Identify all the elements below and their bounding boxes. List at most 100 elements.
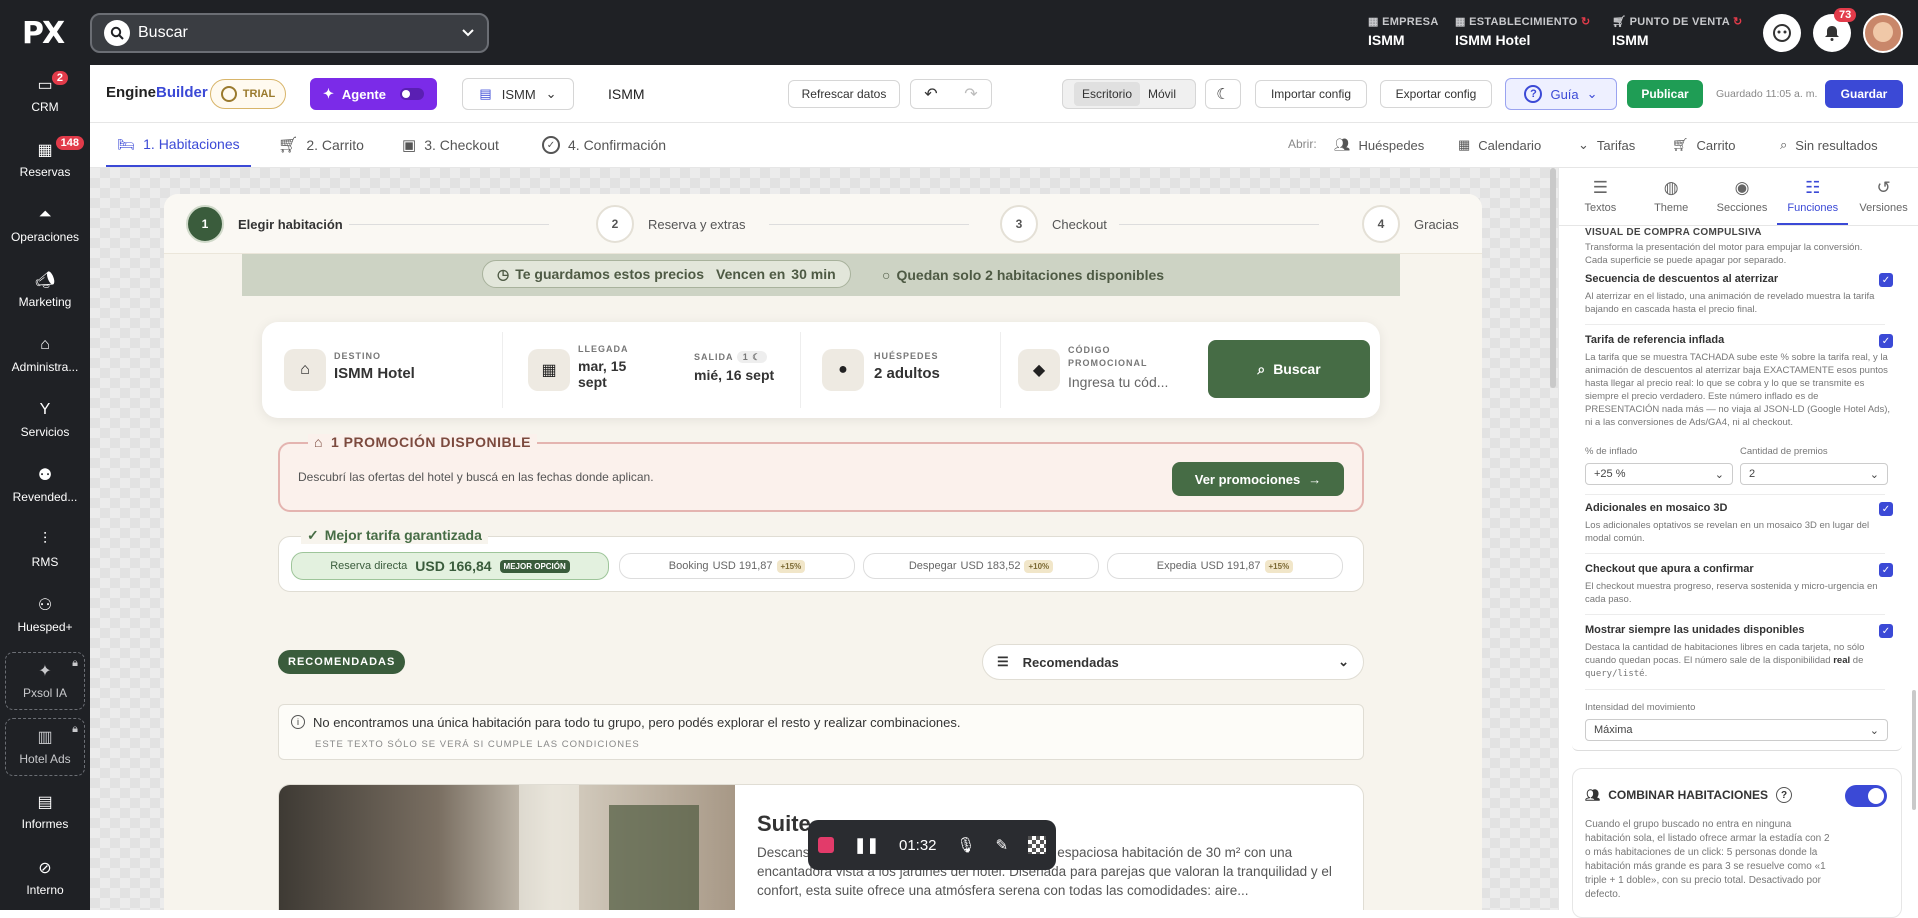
panel-scrollbar[interactable] bbox=[1912, 690, 1916, 810]
step-1[interactable]: 1 Elegir habitación bbox=[186, 205, 343, 243]
panel-tab-theme[interactable]: ◍ Theme bbox=[1636, 168, 1707, 225]
open-calendario[interactable]: ▦ Calendario bbox=[1458, 123, 1541, 167]
guide-button[interactable]: ? Guía ⌄ bbox=[1505, 78, 1617, 110]
sidebar-item-huesped[interactable]: ⚇ Huesped+ bbox=[0, 585, 90, 645]
destino-field[interactable]: DESTINO ISMM Hotel bbox=[334, 351, 415, 382]
calendar-icon: ▦ bbox=[37, 142, 53, 159]
sidebar-item-rms[interactable]: ⫶ RMS bbox=[0, 520, 90, 580]
undo-icon[interactable]: ↶ bbox=[924, 84, 937, 104]
open-tarifas[interactable]: ⌄ Tarifas bbox=[1578, 123, 1635, 167]
sidebar-item-revended[interactable]: ⚉ Revended... bbox=[0, 455, 90, 515]
salida-field[interactable]: SALIDA 1 ☾ mié, 16 sept bbox=[694, 351, 774, 383]
card-icon: ▣ bbox=[402, 137, 417, 154]
global-search[interactable]: Buscar bbox=[90, 13, 489, 53]
guide-label: Guía bbox=[1550, 86, 1579, 102]
step-3[interactable]: 3 Checkout bbox=[1000, 205, 1107, 243]
property-select[interactable]: ▤ ISMM ⌄ bbox=[462, 78, 574, 110]
promo-code-field[interactable]: CÓDIGO PROMOCIONAL Ingresa tu cód... bbox=[1068, 344, 1188, 390]
redo-icon[interactable]: ↷ bbox=[964, 84, 977, 104]
search-button[interactable]: ⌕ Buscar bbox=[1208, 340, 1370, 398]
sidebar-item-operaciones[interactable]: ⏶ Operaciones bbox=[0, 195, 90, 255]
refresh-icon[interactable]: ↻ bbox=[1733, 16, 1743, 28]
agent-button[interactable]: ✦ Agente bbox=[310, 78, 437, 110]
rooms-left-label: Quedan solo 2 habitaciones disponibles bbox=[896, 267, 1165, 283]
trial-badge[interactable]: TRIAL bbox=[210, 79, 286, 109]
sidebar-item-marketing[interactable]: 📣︎ Marketing bbox=[0, 260, 90, 320]
sort-select[interactable]: ☰ Recomendadas ⌄ bbox=[982, 644, 1364, 680]
recommended-tag: RECOMENDADAS bbox=[278, 650, 406, 674]
publish-button[interactable]: Publicar bbox=[1627, 80, 1703, 108]
sidebar-item-hotel-ads[interactable]: ▥ Hotel Ads 🔒︎ bbox=[5, 718, 85, 776]
tab-checkout[interactable]: ▣ 3. Checkout bbox=[402, 123, 499, 167]
import-config-button[interactable]: Importar config bbox=[1255, 80, 1367, 108]
tab-habitaciones[interactable]: 🛏︎ 1. Habitaciones bbox=[106, 123, 251, 167]
sidebar-item-crm[interactable]: ▭ CRM 2 bbox=[0, 65, 90, 125]
palette-icon: ◍ bbox=[1663, 178, 1679, 197]
mic-icon[interactable]: 🎙︎ bbox=[956, 836, 975, 854]
canvas-scrollbar[interactable] bbox=[1550, 168, 1556, 388]
pause-icon[interactable]: ❚❚ bbox=[854, 836, 879, 854]
user-avatar[interactable] bbox=[1863, 13, 1903, 53]
app-logo[interactable]: PX bbox=[22, 16, 65, 51]
combine-toggle[interactable] bbox=[1845, 785, 1887, 807]
sidebar-item-label: CRM bbox=[31, 100, 59, 114]
sidebar-item-pxsol-ia[interactable]: ✦ Pxsol IA 🔒︎ bbox=[5, 652, 85, 710]
pen-icon[interactable]: ✎ bbox=[995, 836, 1008, 854]
open-carrito[interactable]: 🛒︎ Carrito bbox=[1672, 123, 1736, 167]
top-bar: PX Buscar ▦ EMPRESA ISMM ▦ ESTABLECIMIEN… bbox=[0, 0, 1918, 65]
refresh-data-button[interactable]: Refrescar datos bbox=[788, 80, 900, 108]
panel-tab-textos[interactable]: ☰ Textos bbox=[1565, 168, 1636, 225]
open-link-label: Tarifas bbox=[1596, 137, 1636, 153]
sidebar-item-administra[interactable]: ⌂ Administra... bbox=[0, 325, 90, 385]
room-photo[interactable] bbox=[279, 785, 735, 910]
panel-tab-funciones[interactable]: ☷ Funciones bbox=[1777, 168, 1849, 225]
huespedes-field[interactable]: HUÉSPEDES 2 adultos bbox=[874, 351, 940, 382]
llegada-field[interactable]: LLEGADA mar, 15 sept bbox=[578, 344, 658, 390]
panel-tab-versiones[interactable]: ↺ Versiones bbox=[1848, 168, 1918, 225]
agent-toggle[interactable] bbox=[399, 88, 424, 100]
sidebar-item-interno[interactable]: ⊘ Interno bbox=[0, 848, 90, 908]
punto-venta-label: PUNTO DE VENTA bbox=[1629, 16, 1730, 28]
sidebar-item-servicios[interactable]: Y Servicios bbox=[0, 390, 90, 450]
checkbox-tarifa-inflada[interactable]: ✓ bbox=[1879, 334, 1893, 348]
eye-face-button[interactable] bbox=[1763, 14, 1801, 52]
sidebar-item-informes[interactable]: ▤ Informes bbox=[0, 782, 90, 842]
view-desktop[interactable]: Escritorio bbox=[1073, 82, 1140, 106]
history-icon: ↺ bbox=[1876, 178, 1891, 197]
open-sin-resultados[interactable]: ⌕ Sin resultados bbox=[1780, 123, 1878, 167]
promo-title-text: 1 PROMOCIÓN DISPONIBLE bbox=[330, 434, 531, 450]
view-mobile[interactable]: Móvil bbox=[1140, 82, 1184, 106]
panel-tab-secciones[interactable]: ◉ Secciones bbox=[1707, 168, 1778, 225]
empresa-selector[interactable]: ▦ EMPRESA ISMM bbox=[1368, 15, 1439, 48]
intensity-select[interactable]: Máxima ⌄ bbox=[1585, 719, 1888, 741]
stop-icon[interactable] bbox=[817, 837, 834, 853]
sidebar-item-reservas[interactable]: ▦ Reservas 148 bbox=[0, 130, 90, 190]
step-2[interactable]: 2 Reserva y extras bbox=[596, 205, 746, 243]
checkbox-checkout-apura[interactable]: ✓ bbox=[1879, 563, 1893, 577]
inflate-select[interactable]: +25 % ⌄ bbox=[1585, 463, 1733, 485]
checkbox-descuentos[interactable]: ✓ bbox=[1879, 273, 1893, 287]
arrow-right-icon: → bbox=[1308, 471, 1322, 487]
save-button[interactable]: Guardar bbox=[1825, 80, 1903, 108]
grid-icon[interactable] bbox=[1027, 836, 1046, 854]
prizes-select[interactable]: 2 ⌄ bbox=[1740, 463, 1888, 485]
tab-carrito[interactable]: 🛒︎ 2. Carrito bbox=[278, 123, 364, 167]
open-huespedes[interactable]: 👥︎ Huéspedes bbox=[1334, 123, 1424, 167]
dark-mode-button[interactable]: ☾ bbox=[1205, 79, 1241, 109]
prizes-label: Cantidad de premios bbox=[1740, 446, 1828, 457]
export-config-button[interactable]: Exportar config bbox=[1380, 80, 1492, 108]
tab-confirmacion[interactable]: ✓ 4. Confirmación bbox=[542, 123, 666, 167]
desc-part: . bbox=[1644, 668, 1648, 679]
punto-venta-selector[interactable]: 🛒︎ PUNTO DE VENTA ↻ ISMM bbox=[1612, 15, 1742, 48]
help-circle-icon[interactable]: ? bbox=[1776, 787, 1793, 803]
inflate-value: +25 % bbox=[1594, 468, 1626, 480]
prizes-value: 2 bbox=[1749, 468, 1756, 480]
view-promotions-button[interactable]: Ver promociones → bbox=[1172, 462, 1344, 496]
checkbox-unidades[interactable]: ✓ bbox=[1879, 624, 1893, 638]
open-label: Abrir: bbox=[1288, 137, 1317, 151]
establecimiento-selector[interactable]: ▦ ESTABLECIMIENTO ↻ ISMM Hotel bbox=[1455, 15, 1591, 48]
checkbox-mosaico[interactable]: ✓ bbox=[1879, 502, 1893, 516]
chevron-down-icon[interactable] bbox=[461, 25, 475, 44]
step-4[interactable]: 4 Gracias bbox=[1362, 205, 1459, 243]
refresh-icon[interactable]: ↻ bbox=[1581, 16, 1591, 28]
